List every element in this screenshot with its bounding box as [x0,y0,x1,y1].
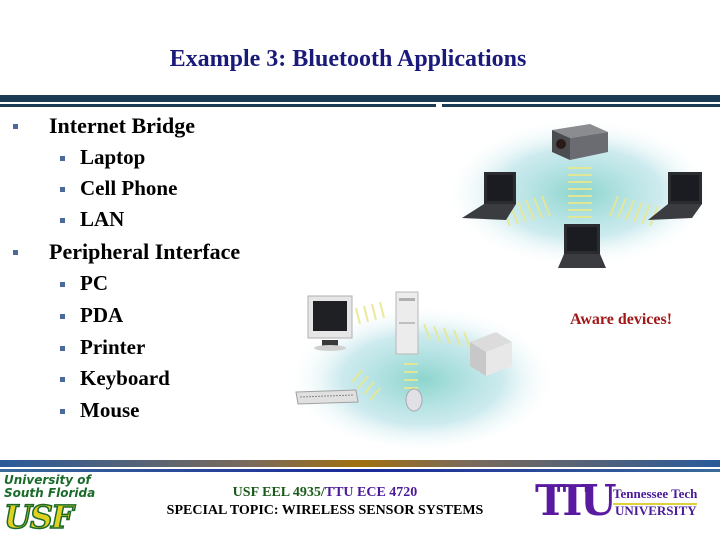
course-ttu: TTU ECE 4720 [324,485,418,500]
aware-devices-callout: Aware devices! [570,311,673,328]
sub-bullet: LAN [60,207,124,232]
sub-bullet: Mouse [60,398,140,423]
sub-bullet: PDA [60,303,123,328]
course-usf: USF EEL 4935/ [232,485,325,500]
sub-bullet: PC [60,271,108,296]
course-code: USF EEL 4935/TTU ECE 4720 [130,485,520,501]
sub-bullet: Printer [60,335,145,360]
mouse-icon [405,388,423,412]
internet-bridge-illustration [445,118,715,268]
bullet-icon [13,250,18,255]
bullet-icon [60,409,65,414]
pc-tower-icon [395,291,419,355]
bullet-icon [60,187,65,192]
usf-logo: University of South Florida USF [3,473,96,536]
slide-title: Example 3: Bluetooth Applications [169,46,527,72]
bullet-icon [60,314,65,319]
sub-bullet: Cell Phone [60,176,177,201]
course-subtitle: SPECIAL TOPIC: WIRELESS SENSOR SYSTEMS [166,503,484,518]
bullet-internet-bridge: Internet Bridge [13,113,195,139]
ttu-mark: TTU [535,476,617,525]
title-divider [0,95,720,102]
peripheral-illustration [287,291,557,447]
bullet-icon [60,377,65,382]
keyboard-icon [295,389,359,405]
laptop-icon [558,224,606,268]
footer-divider [0,460,720,467]
title-divider-thin [0,104,720,107]
bullet-icon [60,218,65,223]
sub-bullet: Keyboard [60,366,170,391]
bullet-icon [60,282,65,287]
bullet-peripheral-interface: Peripheral Interface [13,239,240,265]
ttu-logo: TTU Tennessee Tech UNIVERSITY [535,476,698,525]
bullet-icon [60,156,65,161]
sub-bullet: Laptop [60,145,145,170]
bullet-icon [60,346,65,351]
bullet-icon [13,124,18,129]
footer-divider-thin [0,469,720,472]
